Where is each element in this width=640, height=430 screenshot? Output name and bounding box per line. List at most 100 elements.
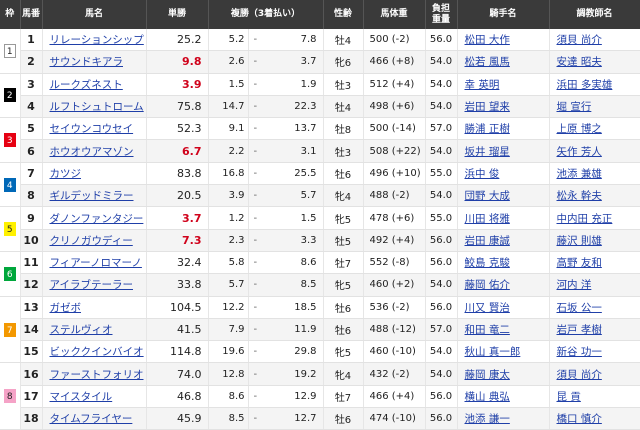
horse-name-link[interactable]: カツジ [50,168,82,180]
place-odds-separator: - [248,318,262,342]
trainer-link[interactable]: 河内 洋 [557,279,592,291]
place-odds-separator: - [248,139,262,163]
header-jockey: 騎手名 [457,0,550,29]
trainer-link[interactable]: 藤沢 則雄 [557,235,602,247]
body-weight: 432 (-2) [363,362,426,386]
trainer-link[interactable]: 上原 博之 [557,123,602,135]
trainer-cell: 安達 昭夫 [549,50,640,74]
sex-age: 牡7 [323,251,364,275]
table-row: 3 5 セイウンコウセイ 52.3 9.1-13.7 牡8 500 (-14) 57.0 勝浦 … [0,117,640,163]
jockey-link[interactable]: 秋山 真一郎 [465,346,521,358]
waku-badge: 5 [3,222,16,237]
jockey-link[interactable]: 和田 竜二 [465,324,510,336]
win-odds: 32.4 [146,251,209,275]
trainer-link[interactable]: 昆 貢 [557,391,581,403]
trainer-link[interactable]: 中内田 充正 [557,213,613,225]
jockey-link[interactable]: 藤岡 佑介 [465,279,510,291]
trainer-link[interactable]: 新谷 功一 [557,346,602,358]
sex-age: 牡5 [323,229,364,252]
trainer-link[interactable]: 橋口 慎介 [557,413,602,425]
place-odds-min: 12.8 [208,362,249,386]
place-odds-separator: - [248,29,262,52]
trainer-cell: 石坂 公一 [549,296,640,319]
body-weight: 498 (+6) [363,95,426,119]
horse-name-link[interactable]: ルークズネスト [50,79,123,91]
race-entry-table: 枠 馬番 馬名 単勝 複勝（3着払い） 性齢 馬体重 負担 重量 騎手名 調教師名… [0,0,640,430]
jockey-link[interactable]: 川又 賢治 [465,302,510,314]
horse-name-link[interactable]: リレーションシップ [50,34,144,46]
jockey-cell: 岩田 望来 [457,95,550,119]
horse-name-link[interactable]: クリノガウディー [50,235,133,247]
trainer-cell: 中内田 充正 [549,206,640,230]
sex-age: 牡6 [323,318,364,342]
table-row: 7 13 ガゼボ 104.5 12.2-18.5 牡6 536 (-2) 56.0 川又 賢治石… [0,296,640,364]
place-odds-max: 13.7 [262,117,324,141]
trainer-link[interactable]: 池添 兼雄 [557,168,602,180]
jockey-link[interactable]: 坂井 瑠星 [465,146,510,158]
jockey-link[interactable]: 藤岡 康太 [465,369,510,381]
body-weight: 488 (-12) [363,318,426,342]
sex-age: 牡6 [323,162,364,186]
horse-name-link[interactable]: ルフトシュトローム [50,101,144,113]
place-odds-separator: - [248,229,262,252]
jockey-link[interactable]: 勝浦 正樹 [465,123,510,135]
jockey-link[interactable]: 池添 謙一 [465,413,510,425]
trainer-link[interactable]: 高野 友和 [557,257,602,269]
trainer-link[interactable]: 石坂 公一 [557,302,602,314]
place-odds-max: 3.7 [262,50,324,74]
trainer-link[interactable]: 浜田 多実雄 [557,79,613,91]
horse-number: 17 [20,385,43,409]
horse-name-link[interactable]: アイラブテーラー [50,279,133,291]
trainer-link[interactable]: 矢作 芳人 [557,146,602,158]
jockey-link[interactable]: 鮫島 克駿 [465,257,510,269]
header-place-odds: 複勝（3着払い） [208,0,324,29]
jockey-cell: 幸 英明 [457,73,550,96]
trainer-link[interactable]: 須貝 尚介 [557,369,602,381]
trainer-link[interactable]: 松永 幹夫 [557,190,602,202]
horse-name-link[interactable]: ファーストフォリオ [50,369,144,381]
header-body-weight: 馬体重 [363,0,426,29]
jockey-link[interactable]: 松田 大作 [465,34,510,46]
horse-name-link[interactable]: マイスタイル [50,391,113,403]
waku-cell: 1 [0,29,21,74]
waku-badge: 2 [3,88,16,103]
trainer-link[interactable]: 安達 昭夫 [557,56,602,68]
horse-name-link[interactable]: ギルデッドミラー [50,190,134,202]
horse-name-link[interactable]: ビッククインバイオ [50,346,144,358]
place-odds-max: 25.5 [262,162,324,186]
trainer-link[interactable]: 堀 宣行 [557,101,592,113]
jockey-link[interactable]: 松若 風馬 [465,56,510,68]
table-row: 15 ビッククインバイオ 114.8 19.6-29.8 牝5 460 (-10) 54.0… [0,340,640,364]
waku-badge: 3 [3,132,16,147]
jockey-link[interactable]: 幸 英明 [465,79,500,91]
horse-name-link[interactable]: ホウオウアマゾン [50,146,134,158]
horse-name-cell: マイスタイル [42,385,147,409]
jockey-link[interactable]: 団野 大成 [465,190,510,202]
waku-cell: 4 [0,162,21,208]
jockey-cell: 坂井 瑠星 [457,139,550,163]
jockey-link[interactable]: 浜中 俊 [465,168,500,180]
jockey-cell: 鮫島 克駿 [457,251,550,275]
horse-name-link[interactable]: タイムフライヤー [50,413,133,425]
body-weight: 500 (-2) [363,29,426,52]
horse-name-link[interactable]: サウンドキアラ [50,56,124,68]
body-weight: 488 (-2) [363,184,426,208]
win-odds: 104.5 [146,296,209,319]
horse-name-link[interactable]: フィアーノロマーノ [50,257,142,269]
jockey-link[interactable]: 横山 典弘 [465,391,510,403]
trainer-cell: 河内 洋 [549,273,640,297]
sex-age: 牡3 [323,73,364,96]
jockey-link[interactable]: 岩田 望来 [465,101,510,113]
place-odds-min: 3.9 [208,184,249,208]
trainer-link[interactable]: 岩戸 孝樹 [557,324,602,336]
jockey-link[interactable]: 川田 将雅 [465,213,510,225]
horse-number: 5 [20,117,43,141]
trainer-link[interactable]: 須貝 尚介 [557,34,602,46]
horse-name-link[interactable]: セイウンコウセイ [50,123,134,135]
horse-name-link[interactable]: ステルヴィオ [50,324,113,336]
jockey-link[interactable]: 岩田 康誠 [465,235,510,247]
horse-name-link[interactable]: ダノンファンタジー [50,213,144,225]
table-row: 1 1 リレーションシップ 25.2 5.2-7.8 牡4 500 (-2) 56.0 松田 大… [0,29,640,74]
horse-name-link[interactable]: ガゼボ [50,302,82,314]
body-weight: 500 (-14) [363,117,426,141]
